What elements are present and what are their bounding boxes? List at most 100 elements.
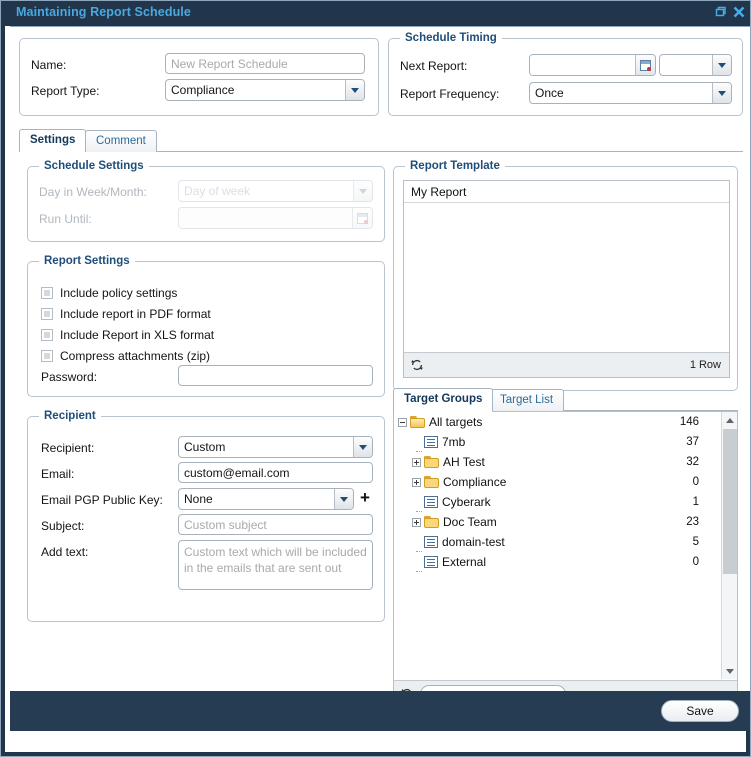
recipient-group: Recipient Recipient: Custom Email: Email… [27, 416, 385, 622]
calendar-icon[interactable] [352, 208, 372, 228]
tab-comment[interactable]: Comment [85, 130, 157, 152]
save-button[interactable]: Save [661, 700, 739, 722]
report-schedule-window: Maintaining Report Schedule Name: Report… [0, 0, 751, 757]
checkbox-include-report-pdf[interactable]: Include report in PDF format [41, 307, 211, 321]
calendar-icon[interactable] [635, 55, 655, 75]
subject-input[interactable] [178, 514, 373, 535]
chevron-down-icon [712, 83, 731, 103]
window-title: Maintaining Report Schedule [16, 5, 191, 19]
tree-node[interactable]: All targets146 [394, 412, 737, 432]
tree-node[interactable]: Compliance0 [394, 472, 737, 492]
chevron-down-icon [334, 489, 353, 509]
expand-icon[interactable] [412, 478, 421, 487]
checkbox-box[interactable] [41, 308, 53, 320]
chevron-down-icon [712, 55, 731, 75]
restore-icon[interactable] [713, 5, 729, 21]
tree-node-count: 1 [693, 496, 699, 508]
run-until-label: Run Until: [39, 212, 92, 226]
expand-icon[interactable] [412, 518, 421, 527]
tab-target-list[interactable]: Target List [489, 389, 564, 411]
report-template-list[interactable]: My Report 1 Row [403, 180, 730, 378]
tree-node-count: 32 [686, 456, 699, 468]
report-frequency-select[interactable]: Once [529, 82, 732, 104]
checkbox-label: Compress attachments (zip) [60, 349, 210, 363]
tree-scrollbar[interactable] [721, 412, 737, 679]
targets-tabstrip: Target Groups Target List [393, 389, 738, 411]
expand-icon[interactable] [412, 458, 421, 467]
schedule-timing-title: Schedule Timing [400, 32, 502, 44]
tree-node[interactable]: Cyberark 1 [394, 492, 737, 512]
tab-target-groups[interactable]: Target Groups [393, 388, 493, 411]
add-text-textarea[interactable] [178, 540, 373, 590]
add-pgp-key-button[interactable]: + [360, 489, 370, 506]
next-report-time-select[interactable] [659, 54, 732, 76]
next-report-label: Next Report: [400, 59, 467, 73]
tree-node-count: 0 [693, 556, 699, 568]
tree-node-label: External [442, 555, 486, 569]
refresh-icon[interactable] [410, 358, 424, 372]
checkbox-box[interactable] [41, 287, 53, 299]
recipient-value: Custom [179, 437, 353, 457]
run-until-input[interactable] [179, 208, 352, 228]
tab-settings[interactable]: Settings [19, 129, 86, 152]
collapse-icon[interactable] [398, 418, 407, 427]
day-in-week-month-value: Day of week [179, 181, 353, 201]
tree-node-label: Doc Team [443, 515, 497, 529]
next-report-date-input[interactable] [530, 55, 635, 75]
tree-node[interactable]: AH Test32 [394, 452, 737, 472]
add-text-label: Add text: [41, 545, 88, 559]
folder-icon [424, 456, 439, 468]
list-icon [424, 536, 438, 548]
report-template-row[interactable]: My Report [404, 181, 729, 203]
name-input[interactable] [165, 53, 365, 74]
chevron-up-icon[interactable] [722, 412, 737, 428]
chevron-down-icon [353, 181, 372, 201]
report-template-footer: 1 Row [404, 352, 729, 377]
checkbox-box[interactable] [41, 350, 53, 362]
run-until-date-field[interactable] [178, 207, 373, 229]
report-type-value: Compliance [166, 80, 345, 100]
tree-node[interactable]: 7mb37 [394, 432, 737, 452]
day-in-week-month-select[interactable]: Day of week [178, 180, 373, 202]
report-type-label: Report Type: [31, 84, 99, 98]
report-type-select[interactable]: Compliance [165, 79, 365, 101]
password-input[interactable] [178, 365, 373, 386]
tree-node-count: 37 [686, 436, 699, 448]
tree-node-label: Cyberark [442, 495, 491, 509]
next-report-date-field[interactable] [529, 54, 656, 76]
close-icon[interactable] [732, 5, 748, 21]
list-icon [424, 496, 438, 508]
checkbox-label: Include policy settings [60, 286, 177, 300]
recipient-title: Recipient [39, 410, 101, 422]
checkbox-include-policy-settings[interactable]: Include policy settings [41, 286, 177, 300]
main-tabstrip: Settings Comment [19, 130, 743, 152]
tree-node[interactable]: domain-test5 [394, 532, 737, 552]
day-in-week-month-label: Day in Week/Month: [39, 185, 147, 199]
general-panel: Name: Report Type: Compliance [19, 38, 379, 116]
folder-icon [424, 516, 439, 528]
schedule-timing-group: Schedule Timing Next Report: Report Freq… [388, 38, 743, 116]
checkbox-box[interactable] [41, 329, 53, 341]
name-label: Name: [31, 58, 66, 72]
pgp-key-value: None [179, 489, 334, 509]
recipient-label: Recipient: [41, 441, 94, 455]
tree-node-label: domain-test [442, 535, 505, 549]
folder-open-icon [410, 416, 425, 428]
tree-node[interactable]: Doc Team23 [394, 512, 737, 532]
checkbox-label: Include report in PDF format [60, 307, 211, 321]
schedule-settings-title: Schedule Settings [39, 160, 149, 172]
tree-node-label: All targets [429, 415, 482, 429]
chevron-down-icon [353, 437, 372, 457]
pgp-key-select[interactable]: None [178, 488, 354, 510]
list-icon [424, 556, 438, 568]
report-frequency-label: Report Frequency: [400, 87, 499, 101]
checkbox-compress-attachments[interactable]: Compress attachments (zip) [41, 349, 210, 363]
tree-node[interactable]: External 0 [394, 552, 737, 572]
recipient-select[interactable]: Custom [178, 436, 373, 458]
email-input[interactable] [178, 462, 373, 483]
chevron-down-icon[interactable] [722, 663, 737, 679]
target-groups-tree[interactable]: All targets1467mb37AH Test32Compliance0C… [394, 412, 737, 679]
scrollbar-thumb[interactable] [723, 429, 737, 574]
window-titlebar: Maintaining Report Schedule [5, 0, 751, 26]
checkbox-include-report-xls[interactable]: Include Report in XLS format [41, 328, 214, 342]
